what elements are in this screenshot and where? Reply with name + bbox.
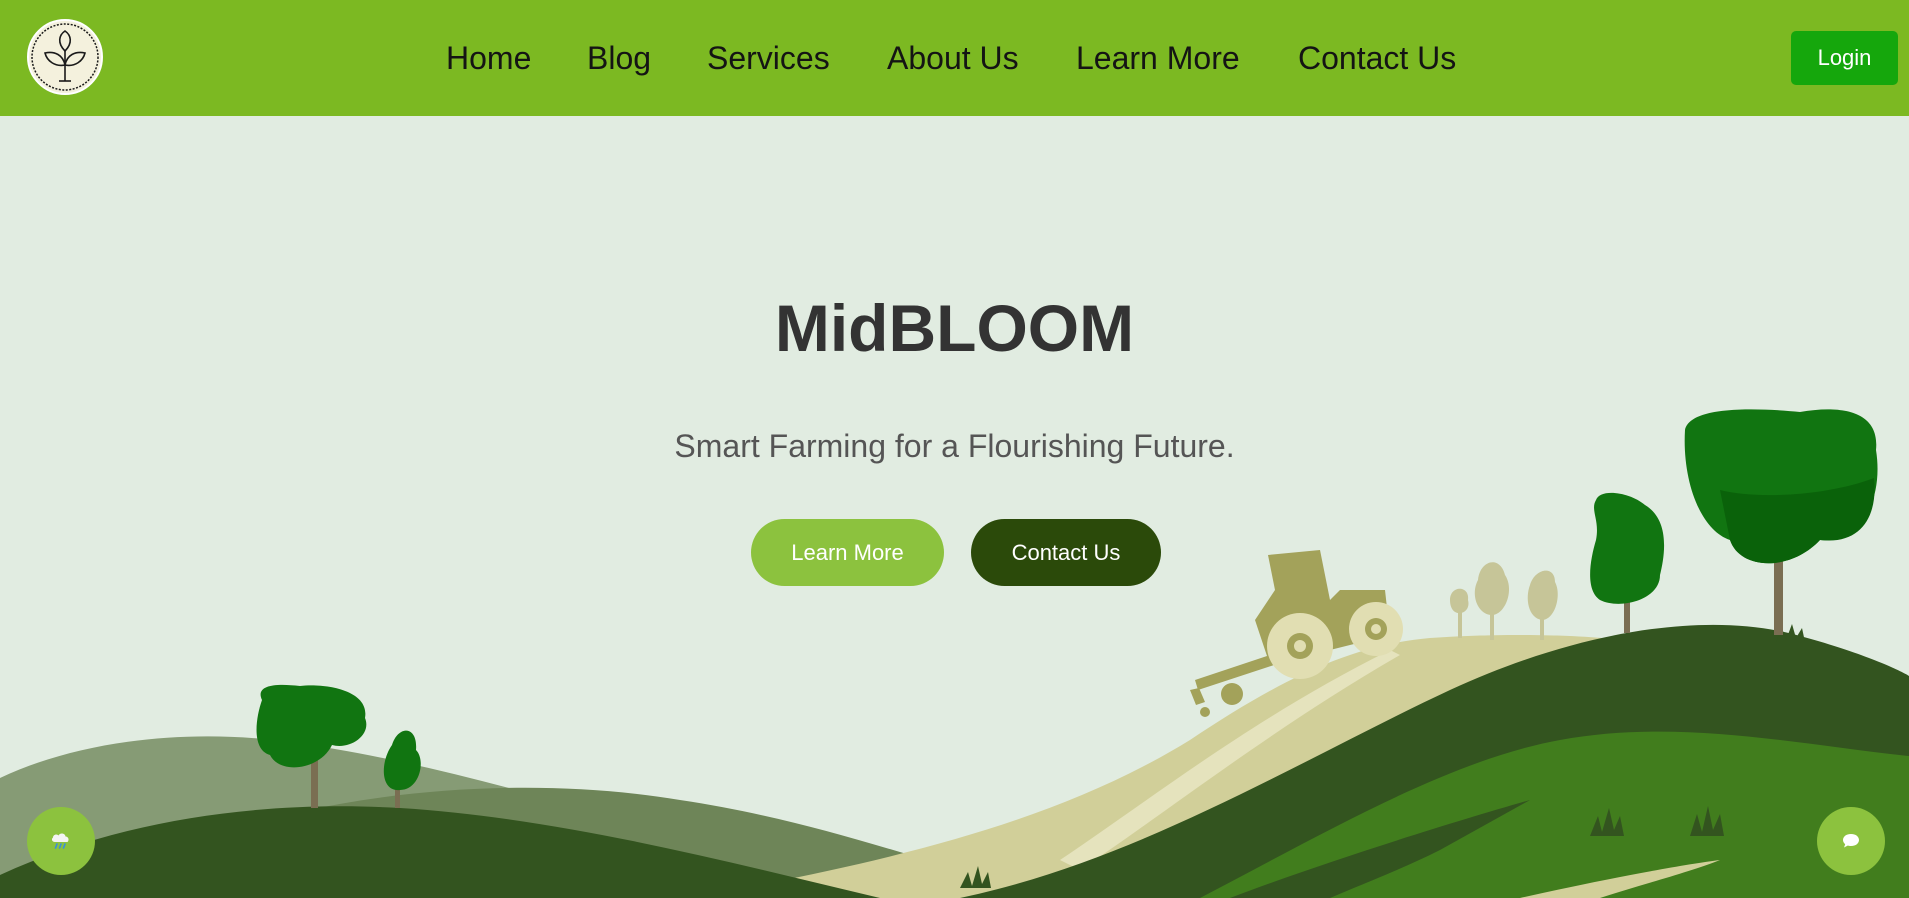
hero-subtitle: Smart Farming for a Flourishing Future. [674,428,1235,464]
weather-button[interactable] [27,807,95,875]
pale-trees [1450,562,1558,640]
right-tree-medium [1590,492,1665,633]
nav-services[interactable]: Services [707,40,830,76]
hero-title: MidBLOOM [774,291,1135,365]
chat-button[interactable] [1817,807,1885,875]
navbar: Home Blog Services About Us Learn More C… [0,0,1909,116]
contact-us-button[interactable]: Contact Us [971,519,1161,586]
nav-home[interactable]: Home [446,40,531,76]
nav-learn-more[interactable]: Learn More [1076,40,1240,76]
chat-bubble-icon [1843,834,1859,848]
nav-links: Home Blog Services About Us Learn More C… [0,0,1909,116]
learn-more-button[interactable]: Learn More [751,519,944,586]
login-button[interactable]: Login [1791,31,1898,85]
nav-contact-us[interactable]: Contact Us [1298,40,1456,76]
nav-blog[interactable]: Blog [587,40,651,76]
nav-about-us[interactable]: About Us [887,40,1019,76]
weather-cloud-rain-icon [51,833,69,849]
